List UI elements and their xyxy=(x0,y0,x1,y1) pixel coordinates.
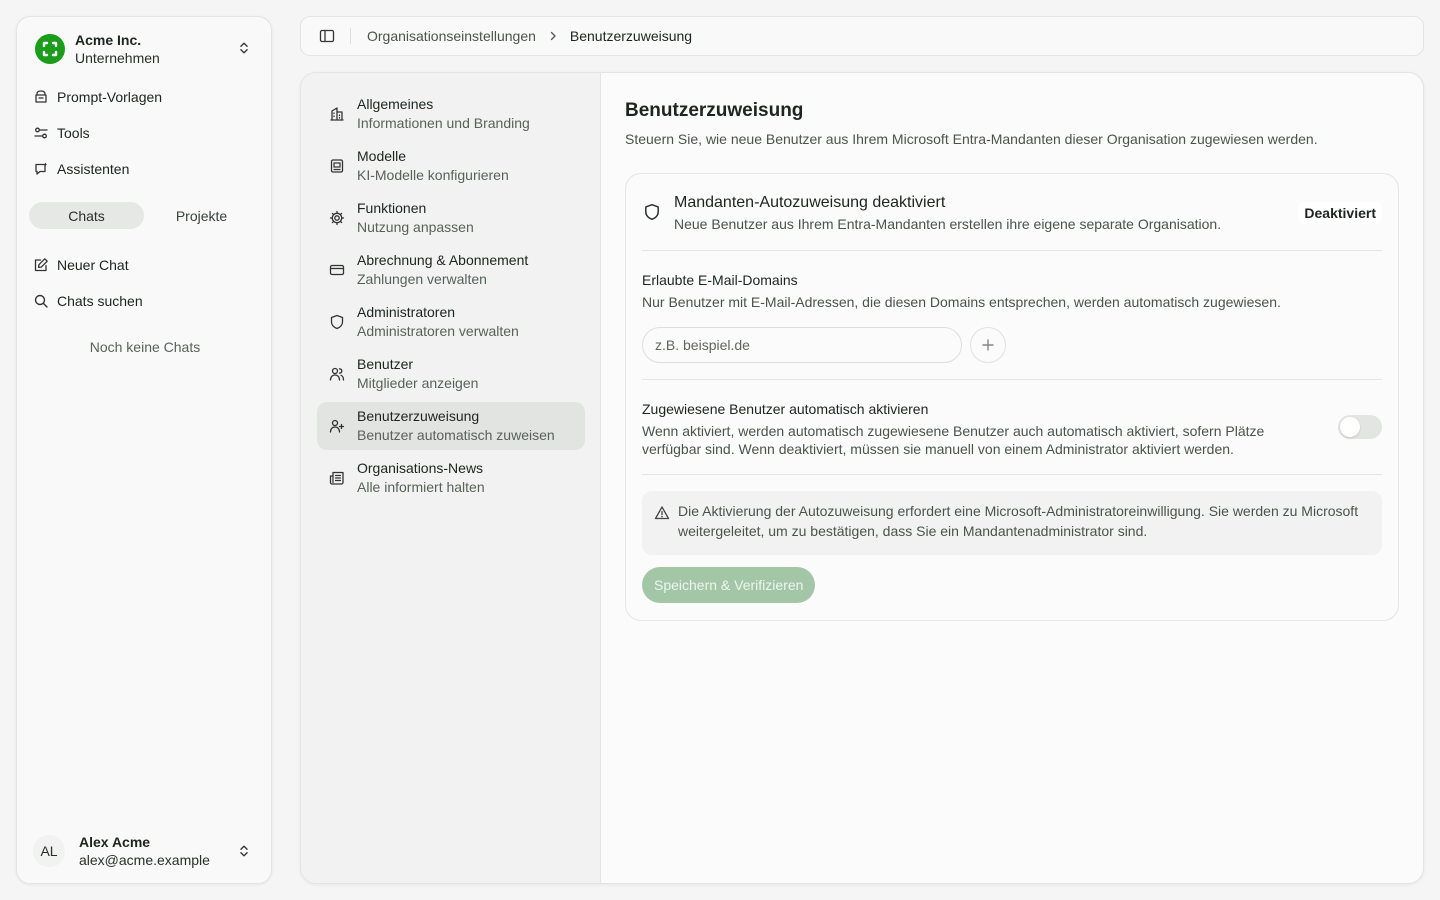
sidebar-item-prompt-templates[interactable]: Prompt-Vorlagen xyxy=(27,81,263,113)
settings-nav-desc: Benutzer automatisch zuweisen xyxy=(357,427,555,443)
alert-text: Die Aktivierung der Autozuweisung erford… xyxy=(678,503,1359,539)
breadcrumb-parent[interactable]: Organisationseinstellungen xyxy=(367,28,536,44)
assignment-panel: Mandanten-Autozuweisung deaktiviert Neue… xyxy=(625,173,1399,621)
add-domain-button[interactable] xyxy=(970,327,1006,363)
tab-chats[interactable]: Chats xyxy=(29,202,144,229)
org-logo-icon xyxy=(35,34,65,64)
search-icon xyxy=(34,294,48,308)
settings-main: Allgemeines Informationen und Branding M… xyxy=(300,72,1424,884)
user-plus-icon xyxy=(329,419,345,433)
tools-icon xyxy=(34,127,48,139)
divider xyxy=(642,379,1382,380)
settings-nav: Allgemeines Informationen und Branding M… xyxy=(301,73,601,883)
avatar: AL xyxy=(33,835,65,867)
settings-nav-admins[interactable]: Administratoren Administratoren verwalte… xyxy=(317,298,585,346)
settings-nav-user-assignment[interactable]: Benutzerzuweisung Benutzer automatisch z… xyxy=(317,402,585,450)
auto-activate-toggle[interactable] xyxy=(1338,415,1382,439)
new-chat-icon xyxy=(34,258,48,272)
settings-nav-desc: Nutzung anpassen xyxy=(357,219,474,235)
settings-nav-desc: Informationen und Branding xyxy=(357,115,530,131)
chevron-right-icon xyxy=(550,31,556,41)
settings-nav-features[interactable]: Funktionen Nutzung anpassen xyxy=(317,194,585,242)
new-chat-label: Neuer Chat xyxy=(57,257,129,273)
settings-nav-desc: KI-Modelle konfigurieren xyxy=(357,167,509,183)
settings-nav-title: Abrechnung & Abonnement xyxy=(357,252,529,268)
settings-nav-title: Funktionen xyxy=(357,200,427,216)
model-icon xyxy=(330,159,344,173)
sidebar-item-label: Prompt-Vorlagen xyxy=(57,89,163,105)
shield-icon xyxy=(330,314,344,330)
auto-activate-title: Zugewiesene Benutzer automatisch aktivie… xyxy=(642,401,929,417)
divider xyxy=(642,250,1382,251)
plus-icon xyxy=(982,339,994,351)
building-icon xyxy=(330,107,344,121)
chevrons-up-down-icon xyxy=(240,845,248,857)
page-description: Steuern Sie, wie neue Benutzer aus Ihrem… xyxy=(625,131,1318,147)
settings-nav-desc: Alle informiert halten xyxy=(357,479,485,495)
settings-nav-desc: Administratoren verwalten xyxy=(357,323,519,339)
gear-icon xyxy=(329,210,345,226)
auto-activate-description: Wenn aktiviert, werden automatisch zugew… xyxy=(642,423,1265,457)
credit-card-icon xyxy=(329,264,345,276)
admin-consent-alert: Die Aktivierung der Autozuweisung erford… xyxy=(642,491,1382,555)
assistant-icon xyxy=(35,162,48,175)
status-badge: Deaktiviert xyxy=(1298,202,1382,224)
settings-nav-users[interactable]: Benutzer Mitglieder anzeigen xyxy=(317,350,585,398)
sidebar-item-tools[interactable]: Tools xyxy=(27,117,263,149)
sidebar-item-label: Assistenten xyxy=(57,161,130,177)
settings-nav-desc: Zahlungen verwalten xyxy=(357,271,487,287)
breadcrumb-current: Benutzerzuweisung xyxy=(569,28,693,44)
top-bar: Organisationseinstellungen Benutzerzuwei… xyxy=(300,16,1424,56)
settings-nav-title: Organisations-News xyxy=(357,460,484,476)
settings-nav-general[interactable]: Allgemeines Informationen und Branding xyxy=(317,90,585,138)
prompt-template-icon xyxy=(35,90,47,103)
search-chats-button[interactable]: Chats suchen xyxy=(27,285,263,317)
shield-icon xyxy=(645,203,659,221)
newspaper-icon xyxy=(329,471,344,485)
org-switcher[interactable]: Acme Inc. Unternehmen xyxy=(27,27,263,71)
status-title: Mandanten-Autozuweisung deaktiviert xyxy=(674,194,946,211)
user-name: Alex Acme xyxy=(79,834,151,850)
chats-projects-toggle: Chats Projekte xyxy=(29,202,259,230)
users-icon xyxy=(329,367,345,381)
warning-icon xyxy=(654,506,670,520)
divider xyxy=(350,28,351,44)
sidebar-toggle-icon[interactable] xyxy=(319,28,335,44)
toggle-knob xyxy=(1340,417,1360,437)
email-domain-input[interactable] xyxy=(642,327,962,363)
new-chat-button[interactable]: Neuer Chat xyxy=(27,249,263,281)
settings-nav-models[interactable]: Modelle KI-Modelle konfigurieren xyxy=(317,142,585,190)
settings-nav-desc: Mitglieder anzeigen xyxy=(357,375,479,391)
settings-nav-org-news[interactable]: Organisations-News Alle informiert halte… xyxy=(317,454,585,502)
divider xyxy=(642,474,1382,475)
settings-nav-title: Modelle xyxy=(357,148,407,164)
chevrons-up-down-icon xyxy=(240,42,248,54)
sidebar-item-label: Tools xyxy=(57,125,90,141)
save-verify-button[interactable]: Speichern & Verifizieren xyxy=(642,567,816,603)
app-sidebar: Acme Inc. Unternehmen Prompt-Vorlagen To… xyxy=(16,16,272,884)
empty-chats-text: Noch keine Chats xyxy=(89,339,201,355)
user-email: alex@acme.example xyxy=(79,852,210,868)
org-name: Acme Inc. xyxy=(75,32,142,48)
settings-nav-title: Benutzer xyxy=(357,356,414,372)
settings-nav-title: Allgemeines xyxy=(357,96,434,112)
search-chats-label: Chats suchen xyxy=(57,293,143,309)
domains-description: Nur Benutzer mit E-Mail-Adressen, die di… xyxy=(642,294,1281,310)
settings-nav-title: Benutzerzuweisung xyxy=(357,408,480,424)
page-title: Benutzerzuweisung xyxy=(625,100,804,121)
status-description: Neue Benutzer aus Ihrem Entra-Mandanten … xyxy=(674,216,1222,232)
settings-nav-billing[interactable]: Abrechnung & Abonnement Zahlungen verwal… xyxy=(317,246,585,294)
sidebar-item-assistants[interactable]: Assistenten xyxy=(27,153,263,185)
user-menu[interactable]: AL Alex Acme alex@acme.example xyxy=(27,827,263,875)
domains-title: Erlaubte E-Mail-Domains xyxy=(642,272,798,288)
settings-nav-title: Administratoren xyxy=(357,304,456,320)
org-type: Unternehmen xyxy=(75,50,160,66)
tab-projects[interactable]: Projekte xyxy=(144,202,259,229)
